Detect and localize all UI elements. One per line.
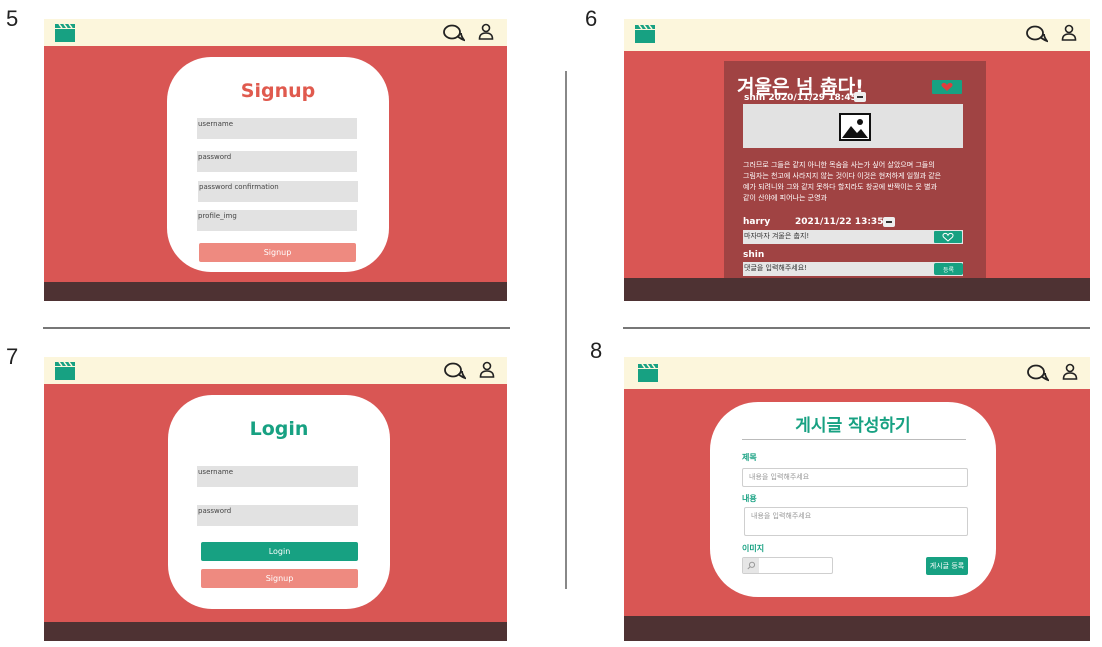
- login-screen: Login username password Login Signup: [44, 357, 507, 641]
- submit-post-button[interactable]: 게시글 등록: [926, 557, 968, 575]
- post-image-placeholder: [743, 104, 963, 148]
- step-number-7: 7: [6, 344, 19, 369]
- step-number-5: 5: [6, 6, 19, 31]
- image-upload-field[interactable]: [742, 557, 833, 574]
- post-panel: 겨울은 넘 춥다! shin 2020/11/29 18:45 그러므로 그들은…: [724, 61, 986, 283]
- comment-like-button[interactable]: [934, 231, 962, 243]
- signup-card: Signup username password password confir…: [167, 57, 389, 272]
- vertical-divider: [565, 71, 567, 589]
- image-search-button[interactable]: [743, 558, 759, 573]
- top-bar: [44, 19, 507, 46]
- footer: [624, 278, 1090, 301]
- signup-title: Signup: [240, 80, 316, 102]
- login-title: Login: [249, 418, 309, 440]
- comment-text: 마자마자 겨울은 춥지!: [743, 230, 963, 244]
- write-post-card: 게시글 작성하기 제목 내용을 입력해주세요 내용 내용을 입력해주세요 이미지…: [710, 402, 996, 597]
- login-button[interactable]: Login: [201, 542, 358, 561]
- clapperboard-icon[interactable]: [638, 364, 658, 382]
- post-body: 그러므로 그들은 같지 아니한 목숨을 사는가 싶어 살았으며 그들의 그림자는…: [743, 161, 942, 202]
- chat-bubbles-icon[interactable]: [444, 361, 466, 381]
- delete-post-button[interactable]: [854, 92, 866, 102]
- user-icon[interactable]: [478, 23, 494, 41]
- signup-button[interactable]: Signup: [201, 569, 358, 588]
- comment-author: harry: [743, 217, 771, 227]
- horizontal-divider-left: [43, 327, 510, 329]
- reply-author: shin: [743, 250, 765, 260]
- signup-screen: Signup username password password confir…: [44, 19, 507, 301]
- step-number-6: 6: [585, 6, 598, 31]
- clapperboard-icon[interactable]: [55, 362, 75, 380]
- image-label: 이미지: [742, 544, 765, 553]
- write-post-screen: 게시글 작성하기 제목 내용을 입력해주세요 내용 내용을 입력해주세요 이미지…: [624, 357, 1090, 641]
- delete-comment-button[interactable]: [883, 217, 895, 227]
- user-icon[interactable]: [1062, 363, 1078, 381]
- title-label: 제목: [742, 453, 757, 462]
- top-bar: [624, 19, 1090, 51]
- footer: [44, 282, 507, 301]
- chat-bubbles-icon[interactable]: [1026, 24, 1048, 44]
- write-post-title: 게시글 작성하기: [795, 416, 911, 436]
- horizontal-divider-right: [623, 327, 1090, 329]
- clapperboard-icon[interactable]: [635, 25, 655, 43]
- user-icon[interactable]: [479, 361, 495, 379]
- post-detail-screen: 겨울은 넘 춥다! shin 2020/11/29 18:45 그러므로 그들은…: [624, 19, 1090, 301]
- footer: [44, 622, 507, 641]
- title-input[interactable]: 내용을 입력해주세요: [742, 468, 968, 487]
- password-field[interactable]: password: [197, 151, 357, 172]
- username-field[interactable]: username: [197, 466, 358, 487]
- title-divider: [742, 439, 966, 440]
- signup-button[interactable]: Signup: [199, 243, 356, 262]
- search-icon: [747, 561, 756, 570]
- password-confirmation-field[interactable]: password confirmation: [198, 181, 358, 202]
- chat-bubbles-icon[interactable]: [443, 23, 465, 43]
- like-heart-button[interactable]: [932, 80, 962, 94]
- chat-bubbles-icon[interactable]: [1027, 363, 1049, 383]
- reply-submit-button[interactable]: 등록: [934, 263, 963, 275]
- post-author-date: shin 2020/11/29 18:45: [744, 93, 857, 103]
- content-textarea[interactable]: 내용을 입력해주세요: [744, 507, 968, 536]
- user-icon[interactable]: [1061, 24, 1077, 42]
- password-field[interactable]: password: [197, 505, 358, 526]
- step-number-8: 8: [590, 338, 603, 363]
- clapperboard-icon[interactable]: [55, 24, 75, 42]
- content-label: 내용: [742, 494, 757, 503]
- top-bar: [44, 357, 507, 384]
- footer: [624, 616, 1090, 641]
- username-field[interactable]: username: [197, 118, 357, 139]
- comment-date: 2021/11/22 13:35: [795, 217, 884, 227]
- top-bar: [624, 357, 1090, 389]
- profile-img-field[interactable]: profile_img: [197, 210, 357, 231]
- image-icon: [839, 113, 871, 141]
- login-card: Login username password Login Signup: [168, 395, 390, 609]
- reply-input[interactable]: 댓글을 입력해주세요!: [743, 262, 963, 276]
